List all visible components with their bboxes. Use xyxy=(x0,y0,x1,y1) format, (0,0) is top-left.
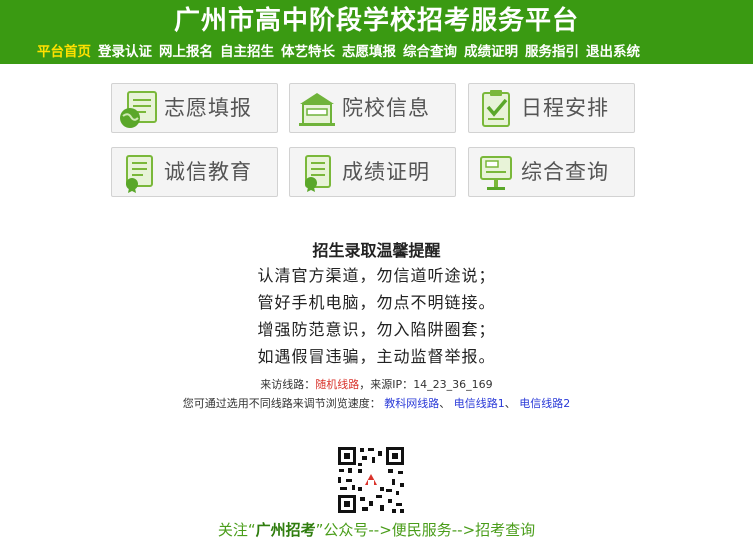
school-building-icon xyxy=(299,93,335,126)
nav-register[interactable]: 网上报名 xyxy=(159,42,213,62)
document-ribbon-icon xyxy=(305,155,331,192)
notice-title: 招生录取温馨提醒 xyxy=(312,241,441,260)
notice-line: 增强防范意识，勿入陷阱圈套； xyxy=(257,320,496,339)
route-link-telecom-2[interactable]: 电信线路2 xyxy=(519,397,570,410)
tile-integrity[interactable]: 诚信教育 xyxy=(111,147,278,197)
tile-query[interactable]: 综合查询 xyxy=(468,147,635,197)
ip-prefix: ，来源IP： xyxy=(359,378,414,391)
notice-line: 如遇假冒违骗，主动监督举报。 xyxy=(257,347,496,366)
random-route-link[interactable]: 随机线路 xyxy=(315,378,359,391)
nav-service-guide[interactable]: 服务指引 xyxy=(525,42,579,62)
nav-application[interactable]: 志愿填报 xyxy=(342,42,396,62)
main-nav: 平台首页 登录认证 网上报名 自主招生 体艺特长 志愿填报 综合查询 成绩证明 服务指引 退出系统 xyxy=(37,41,647,61)
route-selector: 您可通过选用不同线路来调节浏览速度： 教科网线路、 电信线路1、 电信线路2 xyxy=(0,396,753,412)
nav-independent-enroll[interactable]: 自主招生 xyxy=(220,42,274,62)
nav-home[interactable]: 平台首页 xyxy=(37,42,91,62)
follow-prefix: 关注“ xyxy=(217,521,256,539)
tile-application[interactable]: 志愿填报 xyxy=(111,83,278,133)
route-separator: 、 xyxy=(439,397,451,410)
nav-arts-sports[interactable]: 体艺特长 xyxy=(281,42,335,62)
tile-label: 日程安排 xyxy=(521,96,609,120)
route-hint: 您可通过选用不同线路来调节浏览速度： xyxy=(182,397,381,410)
visit-info: 来访线路：随机线路，来源IP：14_23_36_169 xyxy=(0,377,753,393)
visit-prefix: 来访线路： xyxy=(260,378,316,391)
wechat-qr-code xyxy=(336,445,406,515)
query-sign-icon xyxy=(480,156,512,190)
nav-score-cert[interactable]: 成绩证明 xyxy=(464,42,518,62)
tile-school-info[interactable]: 院校信息 xyxy=(289,83,456,133)
header-bar: 广州市高中阶段学校招考服务平台 平台首页 登录认证 网上报名 自主招生 体艺特长 志愿填报… xyxy=(0,0,753,64)
checklist-icon xyxy=(482,90,510,127)
tile-label: 志愿填报 xyxy=(164,96,252,120)
site-title: 广州市高中阶段学校招考服务平台 xyxy=(173,6,579,36)
globe-form-icon xyxy=(120,91,157,128)
tile-label: 诚信教育 xyxy=(164,160,252,184)
wechat-account-name: 广州招考 xyxy=(255,521,316,539)
notice-line: 管好手机电脑，勿点不明链接。 xyxy=(257,293,496,312)
tile-label: 院校信息 xyxy=(342,96,430,120)
nav-logout[interactable]: 退出系统 xyxy=(586,42,640,62)
nav-login[interactable]: 登录认证 xyxy=(98,42,152,62)
route-link-edu[interactable]: 教科网线路 xyxy=(384,397,439,410)
notice-line: 认清官方渠道，勿信道听途说； xyxy=(257,266,496,285)
follow-wechat-hint: 关注“广州招考”公众号-->便民服务-->招考查询 xyxy=(0,520,753,540)
follow-suffix: ”公众号-->便民服务-->招考查询 xyxy=(315,521,536,539)
tile-label: 综合查询 xyxy=(521,160,609,184)
source-ip: 14_23_36_169 xyxy=(413,378,493,391)
certificate-icon xyxy=(126,155,153,193)
tile-schedule[interactable]: 日程安排 xyxy=(468,83,635,133)
tile-score-cert[interactable]: 成绩证明 xyxy=(289,147,456,197)
nav-query[interactable]: 综合查询 xyxy=(403,42,457,62)
route-separator: 、 xyxy=(504,397,516,410)
route-link-telecom-1[interactable]: 电信线路1 xyxy=(454,397,505,410)
tile-label: 成绩证明 xyxy=(342,160,430,184)
